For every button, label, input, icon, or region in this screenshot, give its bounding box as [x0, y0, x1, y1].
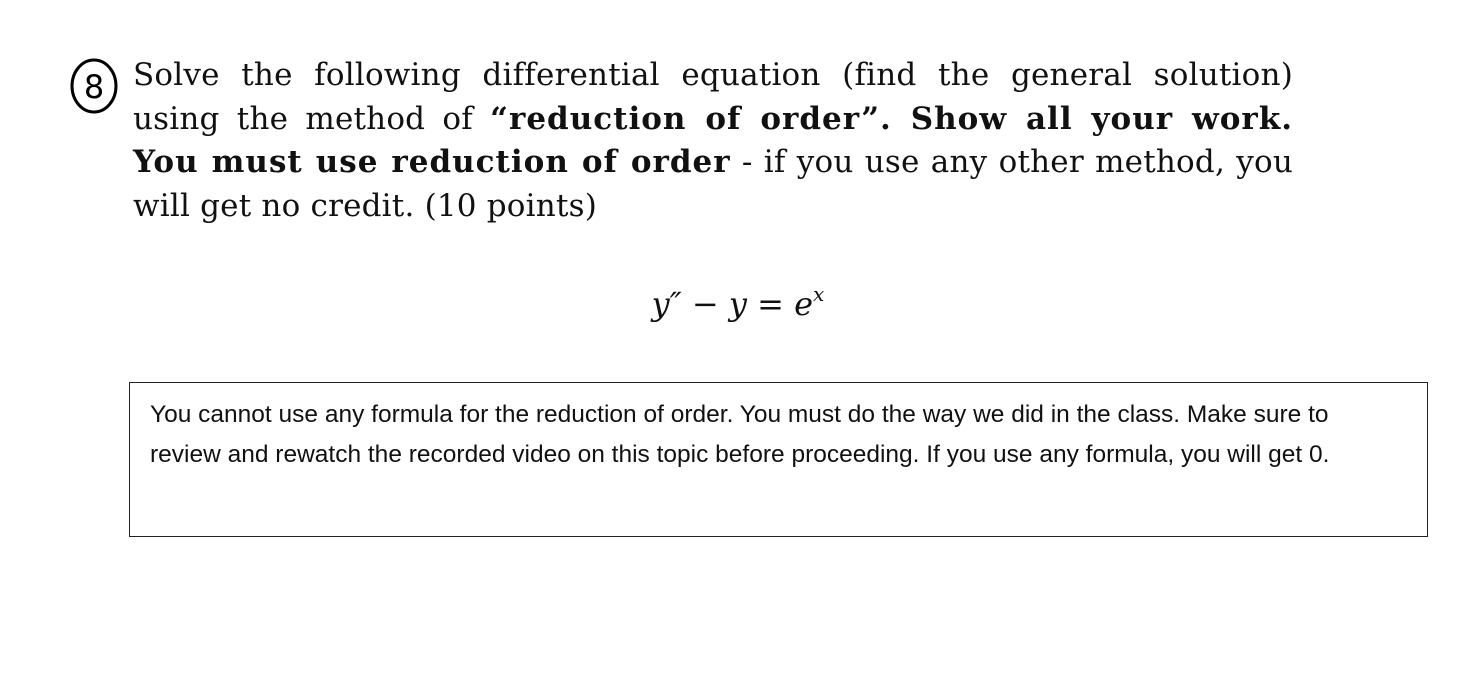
question-number-badge: 8: [66, 56, 130, 120]
circled-number-icon: 8: [70, 58, 118, 114]
question-text: Solve the following differential equatio…: [133, 54, 1293, 228]
question-number: 8: [84, 68, 104, 106]
equation-lhs: y″ − y = e: [651, 285, 814, 323]
instructions-note-text: You cannot use any formula for the reduc…: [150, 401, 1330, 468]
equation-exponent: x: [813, 282, 825, 306]
instructions-note-box: You cannot use any formula for the reduc…: [129, 382, 1428, 537]
equation: y″ − y = ex: [0, 282, 1476, 323]
